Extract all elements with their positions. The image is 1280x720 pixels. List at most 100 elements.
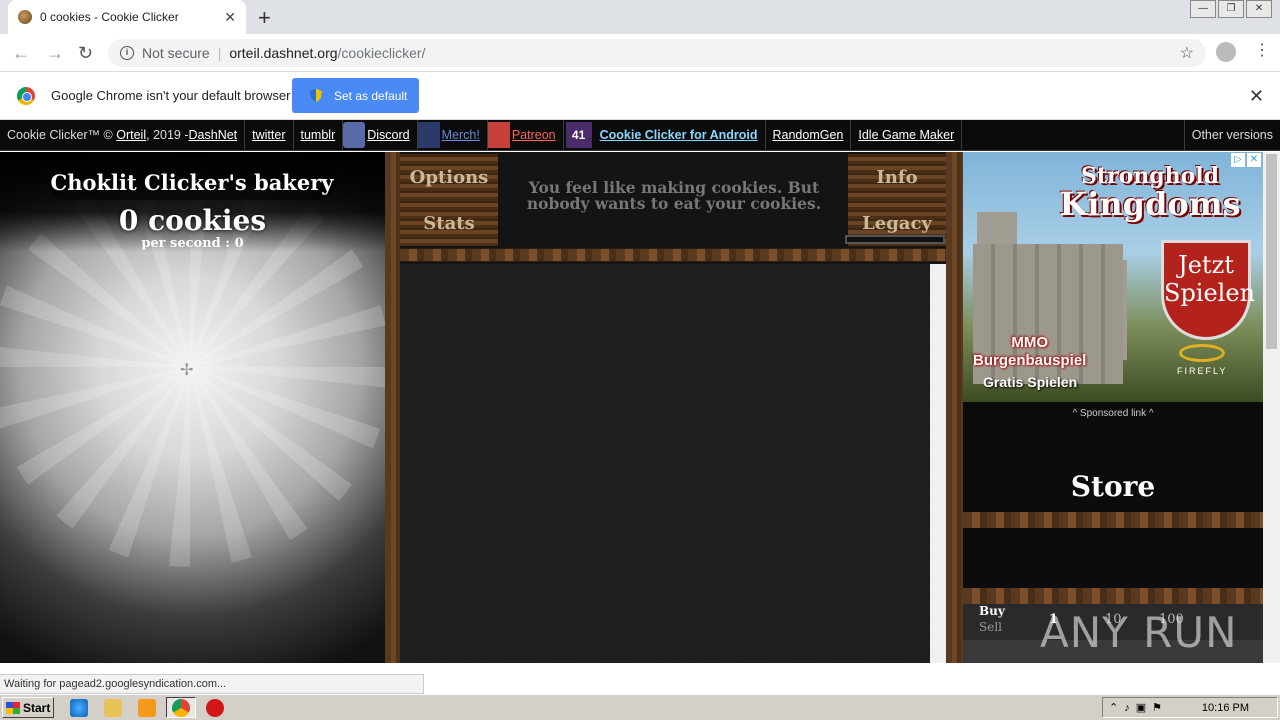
not-secure-label: Not secure (142, 45, 210, 61)
windows-flag-icon (6, 701, 20, 714)
minimize-icon[interactable]: — (1190, 0, 1216, 18)
address-bar[interactable]: i Not secure | orteil.dashnet.org /cooki… (108, 39, 1206, 67)
big-cookie-icon[interactable]: ✢ (180, 360, 193, 380)
browser-tab[interactable]: 0 cookies - Cookie Clicker ✕ (8, 0, 246, 34)
ie-icon[interactable] (70, 699, 88, 717)
store-title: Store (1070, 470, 1156, 503)
orteil-link[interactable]: Orteil (116, 128, 146, 142)
tumblr-link[interactable]: tumblr (301, 128, 336, 142)
game-area: Choklit Clicker's bakery 0 cookies per s… (0, 152, 1280, 663)
ad-mmo-label: MMO Burgenbauspiel (973, 334, 1086, 370)
bakery-name[interactable]: Choklit Clicker's bakery (48, 166, 336, 200)
legacy-progress-bar (845, 235, 945, 244)
patreon-link[interactable]: Patreon (512, 128, 556, 142)
action-center-flag-icon[interactable]: ⚑ (1152, 701, 1162, 714)
network-icon[interactable]: ▣ (1136, 701, 1146, 714)
infobar-close-icon[interactable]: ✕ (1249, 86, 1264, 107)
page-scroll-thumb[interactable] (1266, 154, 1277, 349)
ad-close-icon[interactable]: ✕ (1247, 153, 1261, 167)
merch-link[interactable]: Merch! (442, 128, 480, 142)
ad-mmo: MMO (1011, 334, 1049, 351)
chrome-logo-icon (17, 87, 35, 105)
browser-toolbar: ← → ↻ i Not secure | orteil.dashnet.org … (0, 34, 1280, 72)
news-ticker: You feel like making cookies. But nobody… (526, 178, 822, 213)
year-text: , 2019 - (146, 128, 189, 142)
stats-button[interactable]: Stats (400, 200, 498, 246)
restore-icon[interactable]: ❐ (1218, 0, 1244, 18)
chrome-icon[interactable] (172, 699, 190, 717)
ad-brand-logo: FIREFLY (1177, 344, 1227, 376)
ad-play-now-shield[interactable]: Jetzt Spielen (1161, 240, 1255, 340)
patreon-icon (487, 122, 510, 148)
sell-toggle[interactable]: Sell (979, 620, 1002, 634)
tab-strip: 0 cookies - Cookie Clicker ✕ + — ❐ ✕ (0, 0, 1280, 34)
tab-close-icon[interactable]: ✕ (224, 9, 236, 26)
set-default-label: Set as default (334, 88, 408, 103)
clock[interactable]: 10:16 PM (1202, 702, 1249, 714)
bookmark-star-icon[interactable]: ☆ (1180, 43, 1194, 63)
close-window-icon[interactable]: ✕ (1246, 0, 1272, 18)
cookie-favicon-icon (18, 10, 32, 24)
options-button[interactable]: Options (400, 154, 498, 200)
adchoices[interactable]: ▷ ✕ (1231, 153, 1261, 167)
url-host: orteil.dashnet.org (229, 45, 338, 61)
patreon-item: Patreon (487, 119, 564, 151)
idle-game-maker-link[interactable]: Idle Game Maker (858, 128, 954, 142)
tab-title: 0 cookies - Cookie Clicker (40, 10, 179, 24)
set-default-button[interactable]: Set as default (292, 78, 419, 113)
explorer-folder-icon[interactable] (104, 699, 122, 717)
watermark: ANY RUN (1040, 608, 1238, 657)
cookie-count: 0 cookies (118, 204, 267, 237)
status-bubble: Waiting for pagead2.googlesyndication.co… (0, 674, 424, 694)
info-icon[interactable]: i (120, 46, 134, 60)
android-item: 41 Cookie Clicker for Android (564, 119, 766, 151)
ad-gratis: Gratis Spielen (983, 374, 1078, 390)
info-button[interactable]: Info (848, 154, 946, 200)
tray-expand-icon[interactable]: ⌃ (1109, 701, 1118, 714)
twitter-item: twitter (245, 119, 294, 151)
buildings-area (400, 264, 930, 663)
uac-shield-icon (310, 88, 322, 103)
credits: Cookie Clicker™ © Orteil, 2019 - DashNet (0, 119, 246, 151)
volume-icon[interactable]: ♪ (1124, 702, 1130, 714)
advertisement[interactable]: Stronghold Kingdoms Jetzt Spielen MMO Bu… (963, 152, 1263, 402)
right-wood-divider (946, 152, 963, 663)
windows-taskbar: Start ⌃ ♪ ▣ ⚑ 10:16 PM (0, 694, 1280, 720)
new-tab-icon[interactable]: + (258, 5, 271, 31)
buy-toggle[interactable]: Buy (979, 604, 1005, 618)
media-player-icon[interactable] (138, 699, 156, 717)
twitter-link[interactable]: twitter (252, 128, 285, 142)
profile-avatar-icon[interactable] (1216, 42, 1236, 62)
discord-link[interactable]: Discord (367, 128, 409, 142)
ad-logo: Stronghold Kingdoms (1045, 162, 1255, 220)
ad-burgen: Burgenbauspiel (973, 352, 1087, 369)
start-label: Start (23, 700, 51, 715)
reload-icon[interactable]: ↻ (78, 43, 93, 64)
url-path: /cookieclicker/ (337, 45, 426, 61)
infobar-message: Google Chrome isn't your default browser (51, 88, 291, 103)
center-wood-bar (400, 248, 946, 262)
cookies-per-second: per second : 0 (141, 236, 244, 251)
url-separator: | (217, 45, 222, 61)
android-link[interactable]: Cookie Clicker for Android (600, 128, 758, 142)
opera-icon[interactable] (206, 699, 224, 717)
back-icon[interactable]: ← (12, 43, 30, 64)
adchoices-icon[interactable]: ▷ (1231, 153, 1245, 167)
game-top-bar: Cookie Clicker™ © Orteil, 2019 - DashNet… (0, 119, 1280, 151)
forward-icon[interactable]: → (46, 43, 64, 64)
menu-kebab-icon[interactable]: ⋮ (1254, 40, 1270, 60)
center-scrollbar[interactable] (930, 264, 946, 663)
other-versions-button[interactable]: Other versions (1183, 119, 1280, 151)
store-wood-bar-bottom (963, 588, 1263, 604)
start-button[interactable]: Start (2, 697, 54, 718)
dashnet-link[interactable]: DashNet (189, 128, 238, 142)
merch-item: Merch! (417, 119, 488, 151)
idle-item: Idle Game Maker (851, 119, 963, 151)
sponsored-link[interactable]: ^ Sponsored link ^ (963, 408, 1263, 419)
randomgen-item: RandomGen (766, 119, 852, 151)
randomgen-link[interactable]: RandomGen (773, 128, 844, 142)
page-scrollbar[interactable] (1263, 152, 1280, 663)
merch-icon (417, 122, 440, 148)
default-browser-infobar: Google Chrome isn't your default browser… (0, 72, 1280, 120)
android-badge-icon: 41 (565, 122, 592, 148)
